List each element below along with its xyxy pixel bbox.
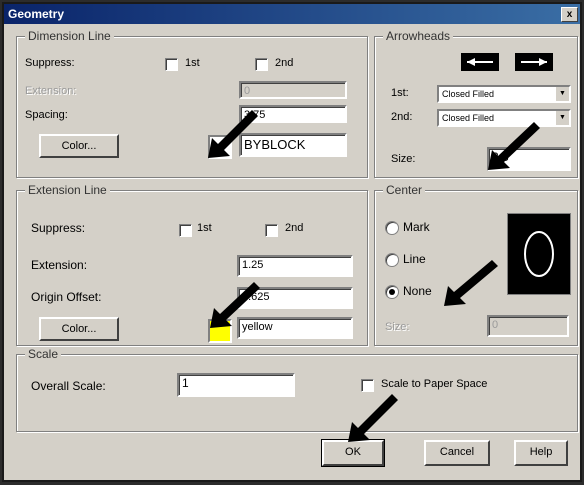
- ext-suppress-1st-checkbox[interactable]: [179, 224, 192, 237]
- pointer-arrow-dim-color: [208, 110, 258, 158]
- ext-color-button[interactable]: Color...: [39, 317, 119, 341]
- overall-scale-label: Overall Scale:: [31, 379, 106, 393]
- window-title: Geometry: [8, 7, 65, 21]
- center-line-label: Line: [403, 252, 426, 266]
- center-preview-icon: [507, 213, 571, 295]
- arrowheads-group: Arrowheads 1st: Closed Filled ▼ 2nd: Clo…: [374, 29, 578, 178]
- arrowhead-size-label: Size:: [391, 153, 416, 165]
- geometry-dialog: Geometry x Dimension Line Suppress: 1st …: [2, 2, 582, 482]
- overall-scale-field[interactable]: 1: [177, 373, 295, 397]
- arrowhead-2nd-label: 2nd:: [391, 111, 413, 123]
- dim-suppress-2nd-checkbox[interactable]: [255, 58, 268, 71]
- dim-extension-field[interactable]: 0: [239, 81, 347, 99]
- dimension-line-group: Dimension Line Suppress: 1st 2nd Extensi…: [16, 29, 368, 178]
- ext-suppress-label: Suppress:: [31, 221, 86, 235]
- second-arrowhead-preview-icon[interactable]: [515, 53, 553, 71]
- ext-extension-field[interactable]: 1.25: [237, 255, 353, 277]
- ext-suppress-1st-label: 1st: [197, 222, 212, 234]
- arrowhead-1st-select[interactable]: Closed Filled ▼: [437, 85, 571, 103]
- extension-line-label: Extension Line: [25, 183, 110, 197]
- close-icon[interactable]: x: [561, 7, 578, 22]
- pointer-arrow-ok: [348, 394, 398, 442]
- center-mark-label: Mark: [403, 220, 430, 234]
- origin-offset-label: Origin Offset:: [31, 290, 102, 304]
- center-label: Center: [383, 183, 426, 197]
- dim-spacing-label: Spacing:: [25, 109, 68, 121]
- ext-suppress-2nd-label: 2nd: [285, 222, 304, 234]
- center-none-label: None: [403, 284, 432, 298]
- center-line-radio[interactable]: [385, 253, 399, 267]
- cancel-button[interactable]: Cancel: [424, 440, 490, 466]
- dim-suppress-2nd-label: 2nd: [275, 57, 294, 69]
- arrowhead-1st-label: 1st:: [391, 87, 409, 99]
- title-bar[interactable]: Geometry x: [4, 4, 580, 24]
- ext-extension-label: Extension:: [31, 258, 88, 272]
- dim-suppress-1st-label: 1st: [185, 57, 200, 69]
- scale-group: Scale Overall Scale: 1 Scale to Paper Sp…: [16, 347, 578, 432]
- extension-line-group: Extension Line Suppress: 1st 2nd Extensi…: [16, 183, 368, 346]
- pointer-arrow-center-none: [444, 260, 498, 306]
- pointer-arrow-arrowhead-size: [488, 122, 540, 170]
- arrowheads-label: Arrowheads: [383, 29, 454, 43]
- center-size-field[interactable]: 0: [487, 315, 569, 337]
- dim-extension-label: Extension:: [25, 85, 77, 97]
- help-button[interactable]: Help: [514, 440, 568, 466]
- dimension-line-label: Dimension Line: [25, 29, 114, 43]
- ext-suppress-2nd-checkbox[interactable]: [265, 224, 278, 237]
- chevron-down-icon[interactable]: ▼: [555, 87, 569, 101]
- first-arrowhead-preview-icon[interactable]: [461, 53, 499, 71]
- dim-suppress-label: Suppress:: [25, 57, 75, 69]
- scale-label: Scale: [25, 347, 62, 361]
- center-mark-radio[interactable]: [385, 221, 399, 235]
- pointer-arrow-ext-color: [210, 282, 260, 328]
- dim-color-button[interactable]: Color...: [39, 134, 119, 158]
- arrowhead-1st-value: Closed Filled: [442, 89, 495, 99]
- chevron-down-icon[interactable]: ▼: [555, 111, 569, 125]
- center-size-label: Size:: [385, 321, 410, 333]
- dim-suppress-1st-checkbox[interactable]: [165, 58, 178, 71]
- center-none-radio[interactable]: [385, 285, 399, 299]
